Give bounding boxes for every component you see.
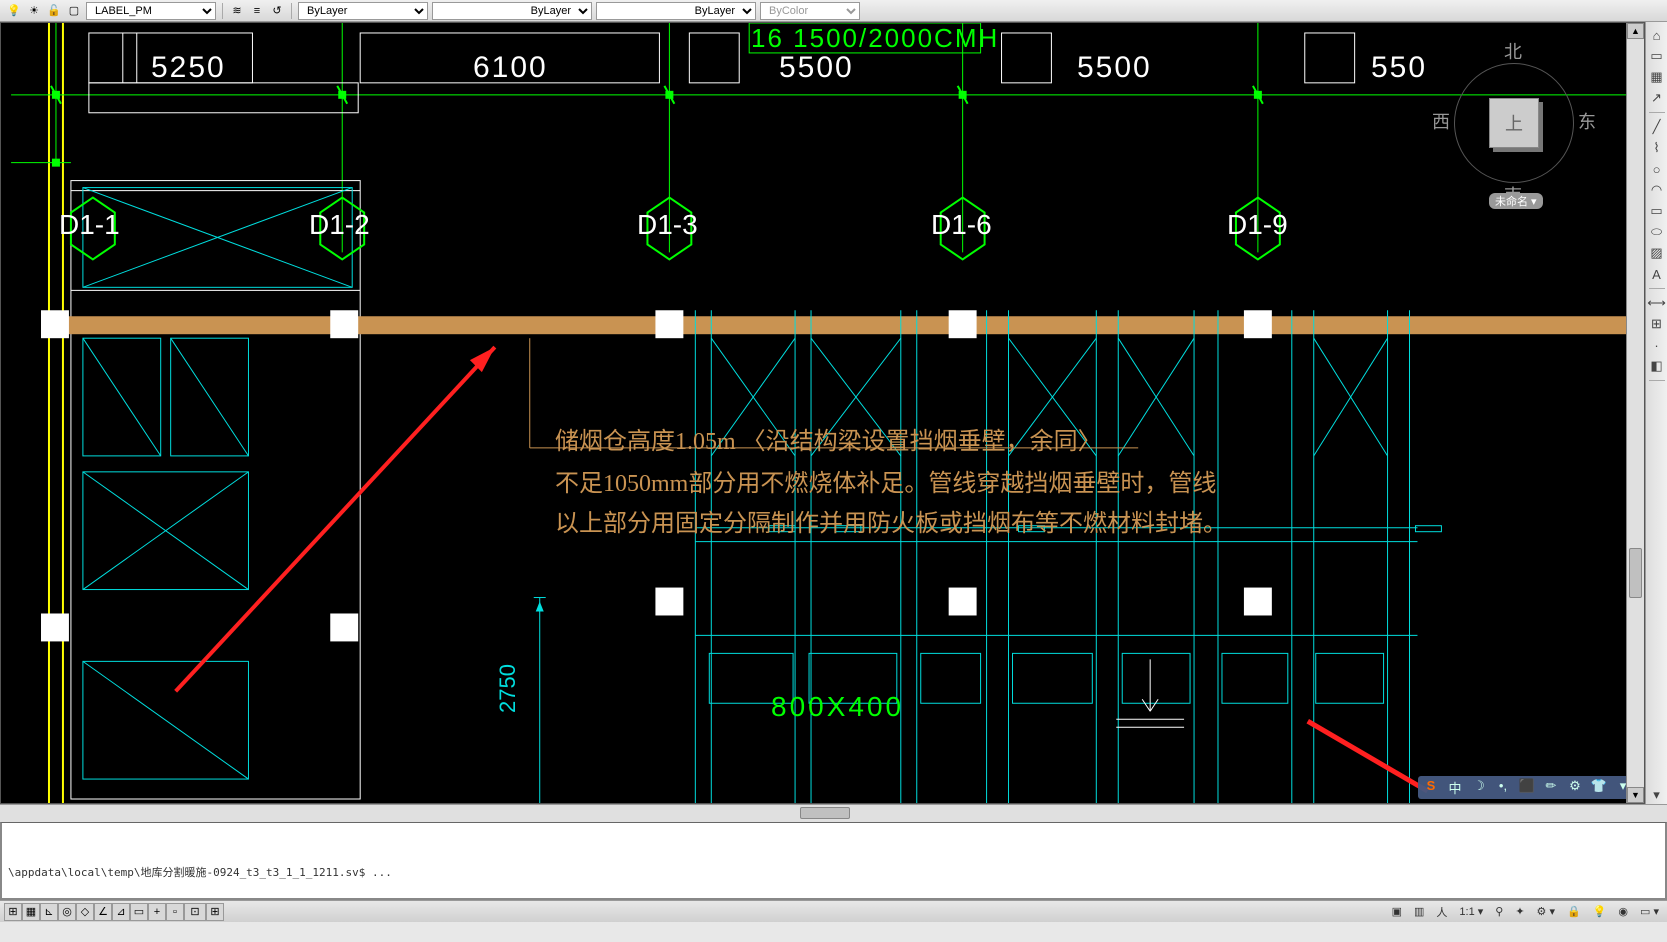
nav-down-icon[interactable]: ▾	[1648, 786, 1666, 804]
layer-dropdown[interactable]: LABEL_PM	[86, 2, 216, 20]
polyline-icon[interactable]: ⌇	[1648, 139, 1666, 157]
ime-logo-icon[interactable]: S	[1422, 778, 1440, 797]
dim-text: 5500	[1077, 51, 1152, 85]
layer-match-icon[interactable]: ≡	[249, 3, 265, 19]
grid-label: D1-3	[637, 209, 698, 241]
osnap-button[interactable]: ◇	[76, 903, 94, 921]
layout-icon[interactable]: ▥	[1410, 905, 1428, 918]
snap-button[interactable]: ⊞	[4, 903, 22, 921]
rectangle-icon[interactable]: ▭	[1648, 202, 1666, 220]
block-icon[interactable]: ◧	[1648, 357, 1666, 375]
point-icon[interactable]: ·	[1648, 336, 1666, 354]
note-text-line3: 以上部分用固定分隔制作并用防火板或挡烟布等不燃材料封堵。	[555, 503, 1227, 538]
layout-button[interactable]: ⊞	[206, 903, 224, 921]
note-text-line2: 不足1050mm部分用不燃烧体补足。管线穿越挡烟垂壁时，管线	[555, 463, 1216, 498]
separator	[291, 3, 292, 19]
status-left: ⊞ ▦ ⊾ ◎ ◇ ∠ ⊿ ▭ + ▫ ⊡ ⊞	[4, 903, 224, 921]
plotstyle-dropdown[interactable]: ByColor	[760, 2, 860, 20]
grid-button[interactable]: ▦	[22, 903, 40, 921]
status-bar: ⊞ ▦ ⊾ ◎ ◇ ∠ ⊿ ▭ + ▫ ⊡ ⊞ ▣ ▥ 人 1:1 ▾ ⚲ ✦ …	[0, 900, 1667, 922]
ducs-button[interactable]: ⊿	[112, 903, 130, 921]
arc-icon[interactable]: ◠	[1648, 181, 1666, 199]
ime-punct-icon[interactable]: •,	[1494, 778, 1512, 797]
command-text: \appdata\local\temp\地库分割暖施-0924_t3_t3_1_…	[8, 864, 1659, 880]
layer-prev-icon[interactable]: ↺	[269, 3, 285, 19]
annotation-scale[interactable]: 1:1 ▾	[1455, 905, 1487, 918]
hscroll-thumb[interactable]	[800, 807, 850, 819]
linetype-dropdown[interactable]: ByLayer	[432, 2, 592, 20]
scroll-up-arrow[interactable]: ▲	[1627, 23, 1644, 39]
scroll-track[interactable]	[1627, 39, 1644, 787]
grid-label: D1-6	[931, 209, 992, 241]
drawing-canvas[interactable]: 5250 6100 5500 5500 550 16 1500/2000CMH …	[1, 23, 1644, 803]
ime-keyboard-icon[interactable]: ⬛	[1518, 778, 1536, 797]
qp-button[interactable]: ▫	[166, 903, 184, 921]
top-green-label: 16 1500/2000CMH	[751, 23, 999, 54]
ime-gear-icon[interactable]: ⚙	[1566, 778, 1584, 797]
dim-text: 550	[1371, 51, 1427, 85]
right-toolbar: ⌂ ▭ ▦ ↗ ╱ ⌇ ○ ◠ ▭ ⬭ ▨ A ⟷ ⊞ · ◧ ▾	[1645, 22, 1667, 804]
status-right: ▣ ▥ 人 1:1 ▾ ⚲ ✦ ⚙ ▾ 🔒 💡 ◉ ▭ ▾	[1388, 904, 1663, 920]
polar-button[interactable]: ◎	[58, 903, 76, 921]
separator	[222, 3, 223, 19]
ime-status-bar[interactable]: S 中 ☽ •, ⬛ ✏ ⚙ 👕 ▾	[1418, 776, 1636, 799]
model-button[interactable]: ⊡	[184, 903, 206, 921]
color-control-dropdown[interactable]: ByLayer	[298, 2, 428, 20]
ime-lang-icon[interactable]: 中	[1446, 778, 1464, 797]
clean-screen-icon[interactable]: ▭ ▾	[1636, 905, 1663, 918]
grid-label: D1-9	[1227, 209, 1288, 241]
toolbar-lock-icon[interactable]: 🔒	[1563, 905, 1585, 918]
select-icon[interactable]: ▭	[1648, 47, 1666, 65]
arrow-icon[interactable]: ↗	[1648, 89, 1666, 107]
dim-text: 5250	[151, 51, 226, 85]
lightbulb-icon[interactable]: 💡	[6, 3, 22, 19]
dim-icon[interactable]: ⟷	[1648, 294, 1666, 312]
lock-icon[interactable]: 🔓	[46, 3, 62, 19]
command-line[interactable]: \appdata\local\temp\地库分割暖施-0924_t3_t3_1_…	[0, 822, 1667, 900]
scroll-thumb[interactable]	[1629, 548, 1642, 598]
main-area: 5250 6100 5500 5500 550 16 1500/2000CMH …	[0, 22, 1667, 804]
scroll-down-arrow[interactable]: ▼	[1627, 787, 1644, 803]
layer-square-icon[interactable]: ▢	[66, 3, 82, 19]
ime-skin-icon[interactable]: 👕	[1590, 778, 1608, 797]
layer-states-icon[interactable]: ≋	[229, 3, 245, 19]
otrack-button[interactable]: ∠	[94, 903, 112, 921]
ime-moon-icon[interactable]: ☽	[1470, 778, 1488, 797]
ime-pencil-icon[interactable]: ✏	[1542, 778, 1560, 797]
table-icon[interactable]: ⊞	[1648, 315, 1666, 333]
model-paper-toggle[interactable]: ▣	[1388, 905, 1406, 918]
isolate-objects-icon[interactable]: ◉	[1614, 905, 1632, 918]
note-text-line1: 储烟仓高度1.05m 〈沿结构梁设置挡烟垂壁，余同〉	[555, 421, 1102, 456]
line-icon[interactable]: ╱	[1648, 118, 1666, 136]
drawing-canvas-wrap: 5250 6100 5500 5500 550 16 1500/2000CMH …	[0, 22, 1645, 804]
annotation-autoscale-icon[interactable]: ✦	[1511, 905, 1528, 918]
grid-label: D1-1	[59, 209, 120, 241]
apps-icon[interactable]: ▦	[1648, 68, 1666, 86]
vertical-scrollbar[interactable]: ▲ ▼	[1626, 23, 1644, 803]
dyn-button[interactable]: ▭	[130, 903, 148, 921]
hatch-icon[interactable]: ▨	[1648, 244, 1666, 262]
workspace-switch-icon[interactable]: ⚙ ▾	[1533, 905, 1559, 918]
dim-vertical: 2750	[495, 664, 521, 713]
top-toolbar: 💡 ☀ 🔓 ▢ LABEL_PM ≋ ≡ ↺ ByLayer ByLayer B…	[0, 0, 1667, 22]
annotation-visibility-icon[interactable]: ⚲	[1491, 905, 1507, 918]
annotation-scale-icon[interactable]: 人	[1432, 904, 1451, 920]
sun-freeze-icon[interactable]: ☀	[26, 3, 42, 19]
house-nav-icon[interactable]: ⌂	[1648, 26, 1666, 44]
hardware-accel-icon[interactable]: 💡	[1589, 905, 1611, 918]
dim-text: 5500	[779, 51, 854, 85]
lwt-button[interactable]: +	[148, 903, 166, 921]
grid-label: D1-2	[309, 209, 370, 241]
bottom-size-label: 800X400	[771, 691, 904, 723]
ortho-button[interactable]: ⊾	[40, 903, 58, 921]
circle-icon[interactable]: ○	[1648, 160, 1666, 178]
cad-drawing	[1, 23, 1644, 803]
ellipse-icon[interactable]: ⬭	[1648, 223, 1666, 241]
dim-text: 6100	[473, 51, 548, 85]
text-icon[interactable]: A	[1648, 265, 1666, 283]
lineweight-dropdown[interactable]: ByLayer	[596, 2, 756, 20]
horizontal-scrollbar[interactable]	[0, 804, 1667, 822]
